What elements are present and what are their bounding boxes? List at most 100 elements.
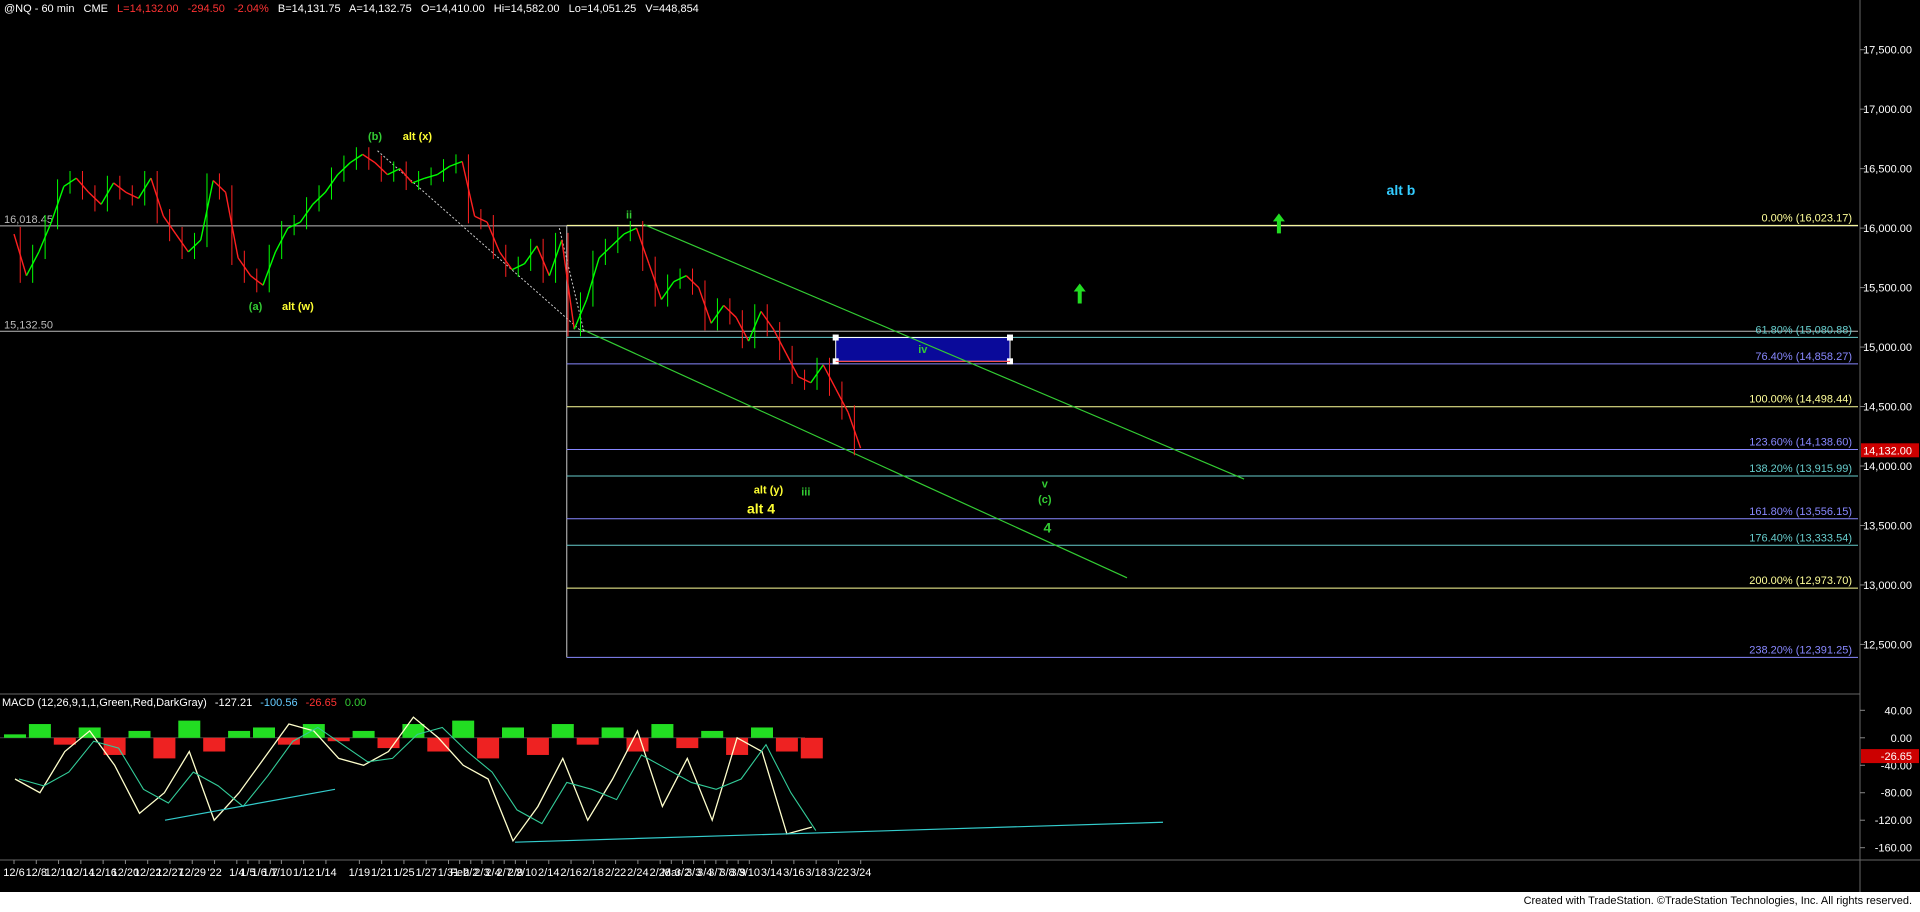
wave-label: v [1042,478,1049,490]
date-tick-label: 3/10 [739,867,760,879]
macd-histogram-bar [601,727,624,738]
macd-histogram-bar [78,727,101,738]
date-tick-label: 1/10 [271,867,292,879]
date-tick-label: 1/27 [416,867,437,879]
channel-upper-line [643,223,1245,480]
date-tick-label: 3/18 [805,867,826,879]
date-tick-label: 1/21 [371,867,392,879]
macd-divergence-line [164,788,336,821]
price-tick-label: 15,500.00 [1863,283,1912,295]
price-tick-label: 13,500.00 [1863,520,1912,532]
date-tick-label: 3/24 [850,867,871,879]
date-tick-label: 2/22 [605,867,626,879]
price-tick-label: 14,000.00 [1863,461,1912,473]
date-tick-label: 3/22 [828,867,849,879]
price-tick-label: 16,500.00 [1863,164,1912,176]
macd-histogram-bar [526,737,549,755]
price-tick-label: 12,500.00 [1863,639,1912,651]
wave-label: iii [801,487,810,499]
fib-level-label: 0.00% (16,023.17) [1761,212,1852,224]
wave-label: alt b [1387,182,1416,198]
price-chart[interactable]: 17,500.00 17,000.00 16,500.00 16,000.00 15,5… [0,0,1920,892]
macd-histogram-bar [377,737,400,749]
price-level-label: 15,132.50 [4,319,53,331]
fib-level-label: 123.60% (14,138.60) [1749,437,1852,449]
macd-value: -127.21 [214,697,253,709]
symbol-header: @NQ - 60 min CME L=14,132.00 -294.50 -2.… [4,3,705,15]
up-arrow-icon [1272,213,1285,234]
macd-header: MACD (12,26,9,1,1,Green,Red,DarkGray) -1… [2,697,371,709]
target-zone-handle [832,334,839,341]
macd-histogram-bar [502,727,524,738]
high-price: Hi=14,582.00 [493,3,560,15]
macd-histogram-bar [4,734,26,738]
wave-label: (c) [1038,494,1052,506]
macd-tick-label: -80.00 [1881,788,1912,800]
wave-label: ii [626,210,632,222]
target-zone-handle [1007,334,1013,341]
macd-histogram-bar [228,730,251,738]
wave-label: alt (x) [403,131,433,143]
date-tick-label: 2/24 [627,867,648,879]
fib-level-label: 61.80% (15,080.88) [1755,324,1852,336]
fib-level-label: 238.20% (12,391.25) [1749,644,1852,656]
footer-bar: Created with TradeStation. ©TradeStation… [0,892,1920,912]
date-tick-label: 1/12 [293,867,314,879]
ask-price: A=14,132.75 [349,3,412,15]
fib-level-label: 100.00% (14,498.44) [1749,394,1852,406]
date-tick-label: 2/14 [538,867,559,879]
macd-histogram-bar [701,730,724,738]
macd-histogram-bar [651,724,674,738]
date-tick-label: '22 [207,867,221,879]
date-tick-label: 12/29 [178,867,206,879]
macd-histogram-bar [751,727,773,738]
price-tick-label: 17,000.00 [1863,104,1912,116]
fib-level-label: 138.20% (13,915.99) [1749,463,1852,475]
date-tick-label: 12/8 [26,867,47,879]
date-tick-label: 2/10 [516,867,537,879]
wave-label: 4 [1043,520,1051,536]
bid-price: B=14,131.75 [277,3,341,15]
macd-histogram-bar [327,737,350,742]
date-tick-label: 1/14 [315,867,336,879]
macd-histogram-bar [477,737,500,759]
macd-histogram-bar [253,727,275,738]
date-tick-label: 3/16 [783,867,804,879]
date-tick-label: 2/16 [560,867,581,879]
macd-histogram-bar [427,737,450,752]
macd-histogram-bar [452,720,475,738]
macd-tick-label: -120.00 [1875,815,1912,827]
date-tick-label: 1/19 [349,867,370,879]
macd-tick-label: 40.00 [1884,705,1912,717]
macd-histogram-bar [53,737,76,745]
price-tick-label: 17,500.00 [1863,45,1912,57]
date-tick-label: 2/18 [583,867,604,879]
price-tick-label: 13,000.00 [1863,580,1912,592]
pct-change: -2.04% [233,3,269,15]
macd-hist-value: -26.65 [305,697,337,709]
macd-histogram-bar [676,737,699,749]
date-tick-label: 3/14 [761,867,782,879]
macd-histogram-bar [402,724,425,738]
open-price: O=14,410.00 [420,3,485,15]
low-price: Lo=14,051.25 [568,3,637,15]
macd-divergence-line-2 [514,821,1164,843]
macd-histogram-bar [726,737,749,755]
macd-histogram-bar [178,720,201,738]
macd-histogram-bar [576,737,599,745]
fib-level-label: 161.80% (13,556.15) [1749,506,1852,518]
fib-level-label: 200.00% (12,973.70) [1749,575,1852,587]
price-tick-label: 15,000.00 [1863,342,1912,354]
macd-tick-label: 0.00 [1891,733,1912,745]
macd-histogram-bar [103,737,126,755]
macd-zero-value: 0.00 [344,697,367,709]
wave-label: iv [918,344,928,356]
date-tick-label: 12/6 [3,867,24,879]
macd-title: MACD (12,26,9,1,1,Green,Red,DarkGray) [2,697,207,709]
chart-window: 17,500.00 17,000.00 16,500.00 16,000.00 15,5… [0,0,1920,912]
exchange-name: CME [83,3,108,15]
volume: V=448,854 [645,3,699,15]
macd-histogram-bar [153,737,176,759]
macd-histogram-bar [203,737,226,752]
up-arrow-icon [1073,283,1086,304]
